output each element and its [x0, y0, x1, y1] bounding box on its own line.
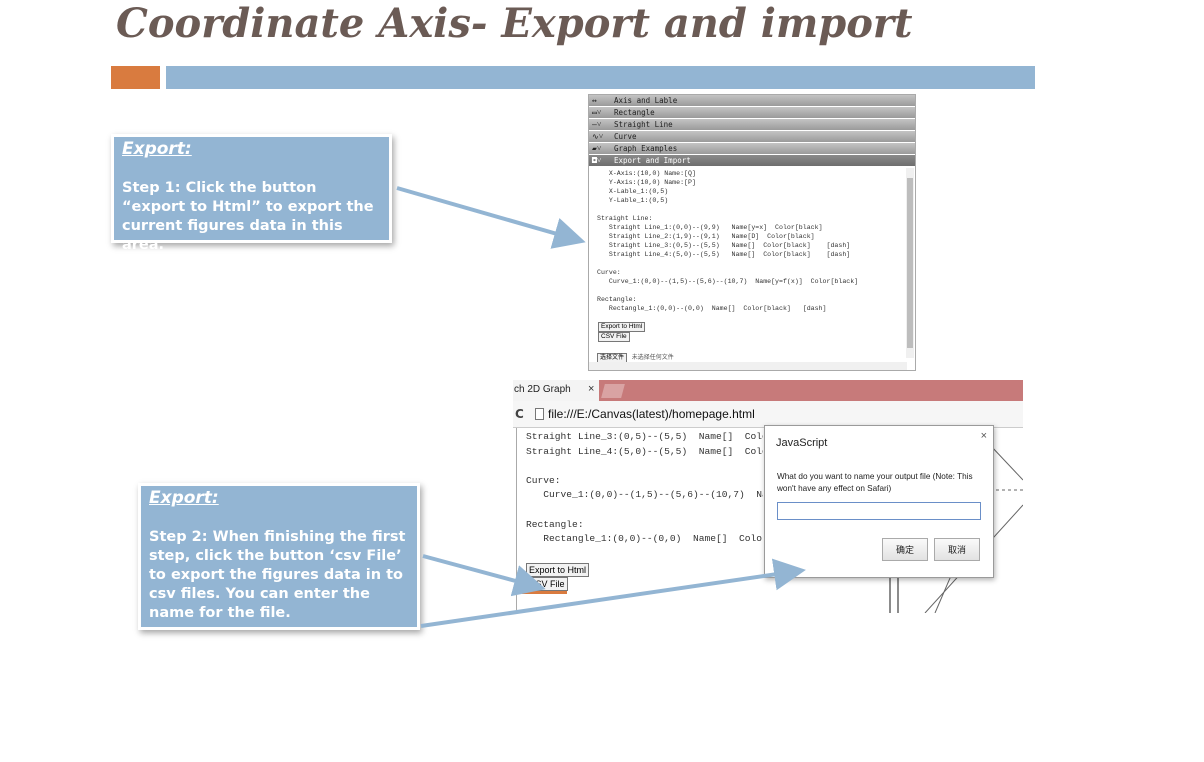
javascript-prompt-dialog: JavaScript × What do you want to name yo…: [764, 425, 994, 578]
csv-button-highlight: [522, 591, 567, 594]
slide-title: Coordinate Axis- Export and import: [116, 0, 913, 47]
callout-body: Step 2: When finishing the first step, c…: [149, 529, 406, 621]
callout-step-1: Export: Step 1: Click the button “export…: [111, 134, 392, 253]
callout-heading: Export:: [149, 488, 219, 508]
menu-item-label: Axis and Lable: [614, 96, 678, 105]
arrow-step1-to-panel: [396, 186, 586, 249]
scrollbar-thumb[interactable]: [907, 178, 913, 348]
address-bar: C file:///E:/Canvas(latest)/homepage.htm…: [513, 401, 1023, 428]
reload-icon[interactable]: C: [515, 407, 524, 421]
ok-button[interactable]: 确定: [882, 538, 928, 561]
no-file-selected-text: 未选择任何文件: [631, 355, 674, 361]
close-icon[interactable]: ×: [981, 430, 987, 442]
vertical-scrollbar[interactable]: [906, 168, 914, 358]
menu-item-label: Straight Line: [614, 120, 673, 129]
page-icon: [535, 408, 544, 420]
tab-close-icon[interactable]: ×: [588, 383, 594, 395]
file-name-input[interactable]: [777, 502, 981, 520]
url-field[interactable]: file:///E:/Canvas(latest)/homepage.html: [548, 407, 755, 421]
curve-tool-icon: ∿˅: [592, 132, 604, 141]
export-panel-screenshot: ↔ Axis and Lable ▭˅ Rectangle —˅ Straigh…: [588, 94, 916, 371]
csv-file-button[interactable]: CSV File: [598, 332, 630, 342]
folder-icon: ▰˅: [592, 144, 602, 153]
callout-step-2: Export: Step 2: When finishing the first…: [138, 483, 420, 630]
menu-item-axis-and-lable[interactable]: ↔ Axis and Lable: [589, 95, 915, 107]
callout-heading: Export:: [122, 139, 192, 159]
menu-item-rectangle[interactable]: ▭˅ Rectangle: [589, 107, 915, 119]
menu-item-graph-examples[interactable]: ▰˅ Graph Examples: [589, 143, 915, 155]
csv-file-button[interactable]: CSV File: [526, 577, 568, 591]
menu-item-label: Graph Examples: [614, 144, 678, 153]
new-tab-button[interactable]: [601, 384, 625, 398]
callout-body: Step 1: Click the button “export to Html…: [122, 180, 374, 253]
camera-icon: ◘˅: [592, 156, 602, 165]
dialog-title: JavaScript: [776, 437, 828, 449]
browser-tab[interactable]: ch 2D Graph ×: [513, 380, 599, 401]
menu-item-label: Curve: [614, 132, 637, 141]
line-tool-icon: —˅: [592, 120, 602, 129]
exported-data-text: X-Axis:(10,0) Name:[Q] Y-Axis:(10,0) Nam…: [597, 170, 859, 312]
export-to-html-button[interactable]: Export to Html: [526, 563, 590, 577]
menu-item-export-and-import[interactable]: ◘˅ Export and Import: [589, 155, 915, 167]
export-to-html-button[interactable]: Export to Html: [598, 322, 646, 332]
menu-item-label: Rectangle: [614, 108, 655, 117]
menu-item-straight-line[interactable]: —˅ Straight Line: [589, 119, 915, 131]
dialog-message: What do you want to name your output fil…: [777, 472, 973, 493]
horizontal-scrollbar[interactable]: [589, 362, 907, 370]
cancel-button[interactable]: 取消: [934, 538, 980, 561]
browser-tab-bar: ch 2D Graph ×: [513, 380, 1023, 401]
menu-item-label: Export and Import: [614, 156, 691, 165]
title-accent-blue-bar: [166, 66, 1035, 89]
rectangle-tool-icon: ▭˅: [592, 108, 602, 117]
tab-title: ch 2D Graph: [514, 384, 571, 395]
axis-arrows-icon: ↔: [592, 96, 597, 105]
menu-item-curve[interactable]: ∿˅ Curve: [589, 131, 915, 143]
exported-data-text: Straight Line_3:(0,5)--(5,5) Name[] Colo…: [526, 431, 763, 545]
title-accent-orange-bar: [111, 66, 160, 89]
